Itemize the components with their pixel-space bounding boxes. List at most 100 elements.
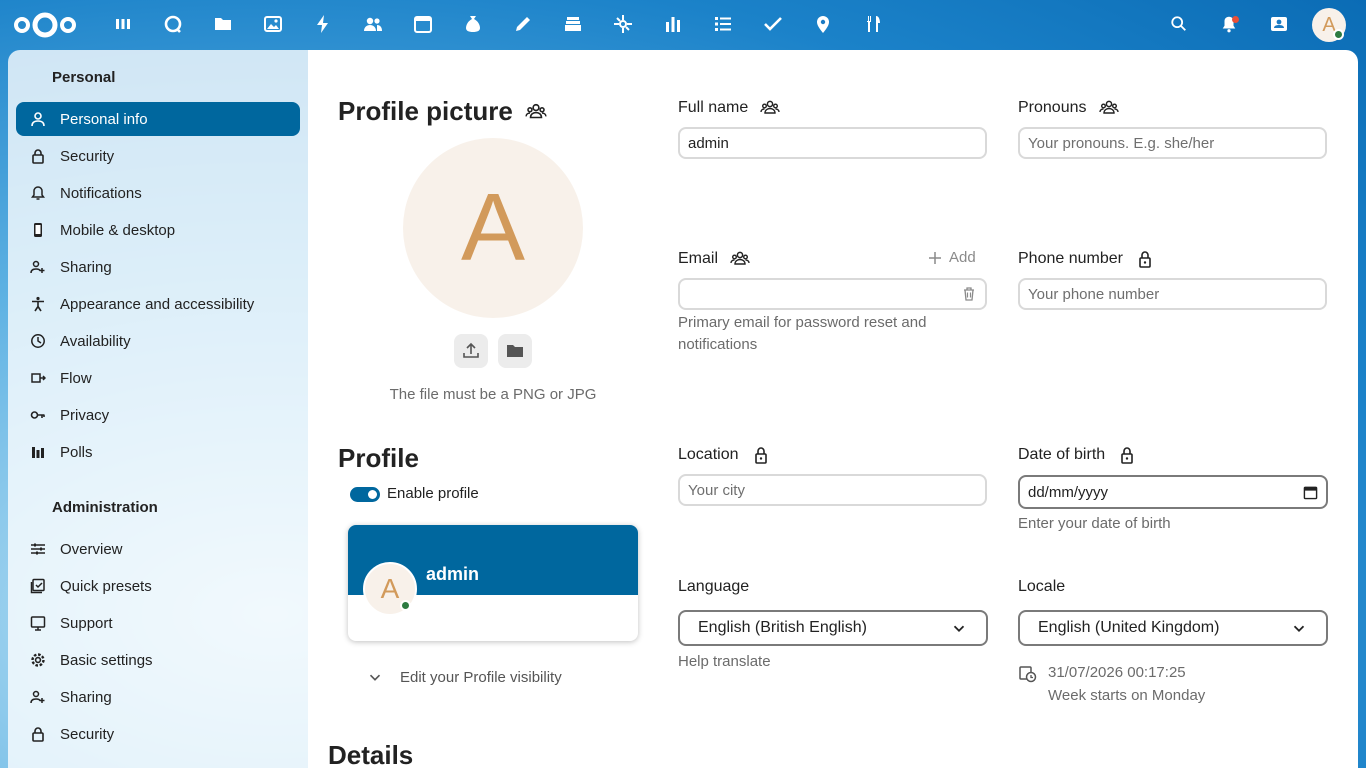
sidebar-item-notifications[interactable]: Notifications (16, 176, 300, 210)
visibility-private-lock-icon[interactable] (751, 445, 771, 465)
sidebar-item-overview[interactable]: Overview (16, 532, 300, 566)
nextcloud-logo[interactable] (12, 10, 78, 40)
trash-icon[interactable] (961, 286, 977, 302)
sidebar-item-label: Security (60, 725, 115, 743)
checklist-icon[interactable] (761, 12, 785, 36)
email-label-text: Email (678, 250, 719, 267)
online-status-dot (400, 600, 411, 611)
online-status-dot (1333, 29, 1344, 40)
photos-icon[interactable] (261, 12, 285, 36)
sidebar-item-admin-sharing[interactable]: Sharing (16, 680, 300, 714)
sidebar-item-sharing[interactable]: Sharing (16, 250, 300, 284)
sidebar-item-privacy[interactable]: Privacy (16, 398, 300, 432)
upload-picture-button[interactable] (454, 334, 488, 368)
profile-card-name: admin (426, 564, 480, 584)
deck-icon[interactable] (561, 12, 585, 36)
dob-input[interactable]: dd/mm/yyyy (1018, 475, 1328, 509)
clock-icon (16, 333, 60, 349)
help-translate-link[interactable]: Help translate (678, 651, 771, 673)
sidebar-item-mobile-desktop[interactable]: Mobile & desktop (16, 213, 300, 247)
sidebar-item-label: Sharing (60, 258, 112, 276)
chevron-down-icon (369, 674, 381, 681)
share-icon (16, 689, 60, 705)
share-icon (16, 259, 60, 275)
location-input[interactable]: Your city (678, 474, 987, 506)
gear-icon (16, 652, 60, 668)
maps-icon[interactable] (811, 12, 835, 36)
sidebar-item-flow[interactable]: Flow (16, 361, 300, 395)
profile-picture-title: Profile picture (338, 96, 513, 126)
sidebar-item-label: Security (60, 147, 115, 165)
locale-select[interactable]: English (United Kingdom) (1018, 610, 1328, 646)
search-icon[interactable] (1167, 12, 1191, 36)
dashboard-icon[interactable] (111, 12, 135, 36)
visibility-contacts-icon[interactable] (730, 249, 750, 269)
email-input[interactable] (678, 278, 987, 310)
locale-label: Locale (1018, 578, 1066, 595)
language-select[interactable]: English (British English) (678, 610, 988, 646)
sidebar-item-label: Appearance and accessibility (60, 295, 255, 313)
support-icon (16, 615, 60, 631)
lock-icon (16, 726, 60, 742)
email-hint: Primary email for password reset and not… (678, 314, 927, 353)
sidebar-item-label: Privacy (60, 406, 110, 424)
activity-icon[interactable] (311, 12, 335, 36)
analytics-icon[interactable] (661, 12, 685, 36)
talk-icon[interactable] (161, 12, 185, 36)
avatar-letter: A (380, 573, 400, 604)
cookbook-icon[interactable] (861, 12, 885, 36)
sidebar-item-support[interactable]: Support (16, 606, 300, 640)
visibility-private-lock-icon[interactable] (1117, 445, 1137, 465)
visibility-private-lock-icon[interactable] (1135, 249, 1155, 269)
contacts-menu-icon[interactable] (1267, 12, 1291, 36)
calendar-picker-icon[interactable] (1303, 485, 1318, 500)
visibility-contacts-icon[interactable] (525, 101, 547, 123)
files-icon[interactable] (211, 12, 235, 36)
locale-week-start: Week starts on Monday (1048, 687, 1206, 704)
personal-info-panel: Profile picture A The file must be a PNG… (308, 50, 1358, 768)
visibility-contacts-icon[interactable] (760, 98, 780, 118)
chevron-down-icon (953, 625, 965, 632)
top-bar: A (0, 0, 1366, 50)
sidebar-item-appearance[interactable]: Appearance and accessibility (16, 287, 300, 321)
pronouns-label-text: Pronouns (1018, 99, 1087, 116)
sidebar-item-polls[interactable]: Polls (16, 435, 300, 469)
key-icon (16, 407, 60, 423)
phone-input[interactable]: Your phone number (1018, 278, 1327, 310)
plus-icon (929, 251, 941, 264)
email-label: Email (678, 249, 750, 269)
phone-label-text: Phone number (1018, 250, 1123, 267)
tables-icon[interactable] (611, 12, 635, 36)
visibility-contacts-icon[interactable] (1098, 98, 1119, 118)
accessibility-icon (16, 296, 60, 312)
profile-picture-heading: Profile picture (338, 96, 547, 127)
cospend-icon[interactable] (461, 12, 485, 36)
sidebar-item-label: Mobile & desktop (60, 221, 176, 239)
add-email-button[interactable]: Add (927, 249, 976, 266)
profile-title: Profile (338, 443, 419, 473)
locale-time: 31/07/2026 00:17:25 (1048, 664, 1186, 681)
enable-profile-toggle[interactable] (350, 487, 380, 502)
sidebar-item-admin-security[interactable]: Security (16, 717, 300, 751)
profile-preview-card[interactable]: A admin (348, 525, 638, 641)
full-name-input[interactable]: admin (678, 127, 987, 159)
notes-icon[interactable] (511, 12, 535, 36)
sidebar-item-quick-presets[interactable]: Quick presets (16, 569, 300, 603)
sidebar-item-personal-info[interactable]: Personal info (16, 102, 300, 136)
folder-icon (507, 345, 523, 357)
choose-from-files-button[interactable] (498, 334, 532, 368)
contacts-icon[interactable] (361, 12, 385, 36)
lock-icon (16, 148, 60, 164)
profile-heading: Profile (338, 443, 419, 474)
sliders-icon (16, 541, 60, 557)
calendar-icon[interactable] (411, 12, 435, 36)
pronouns-input[interactable]: Your pronouns. E.g. she/her (1018, 127, 1327, 159)
tasks-icon[interactable] (711, 12, 735, 36)
polls-icon (16, 444, 60, 460)
sidebar-item-label: Personal info (60, 110, 148, 128)
edit-profile-visibility-toggle[interactable]: Edit your Profile visibility (366, 668, 562, 686)
sidebar-item-availability[interactable]: Availability (16, 324, 300, 358)
sidebar-item-security[interactable]: Security (16, 139, 300, 173)
sidebar-item-label: Sharing (60, 688, 112, 706)
sidebar-item-basic-settings[interactable]: Basic settings (16, 643, 300, 677)
